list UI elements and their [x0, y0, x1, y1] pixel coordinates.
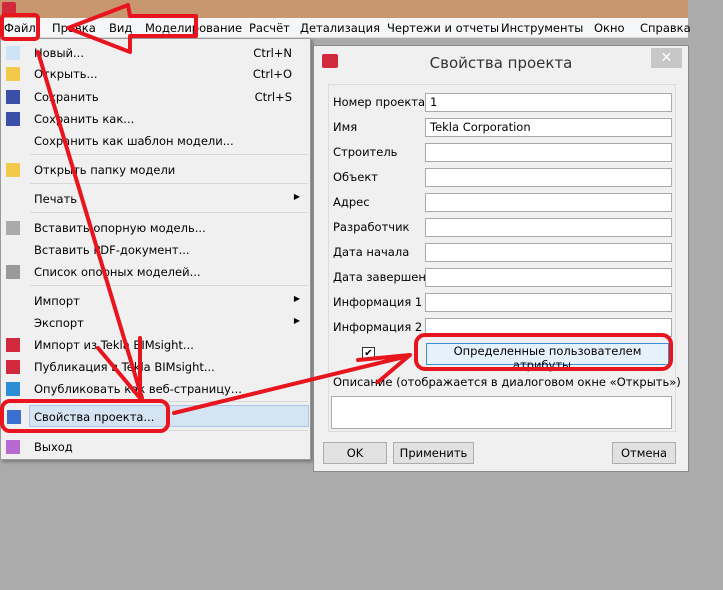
arrow-to-file-menu: [66, 3, 198, 54]
arrow-to-uda-button: [172, 353, 412, 415]
arrow-line: [36, 50, 144, 400]
highlight-properties-item: [0, 399, 170, 433]
highlight-file-menu: [0, 13, 40, 41]
red-annotations: [0, 3, 673, 433]
highlight-uda-button: [414, 333, 673, 371]
